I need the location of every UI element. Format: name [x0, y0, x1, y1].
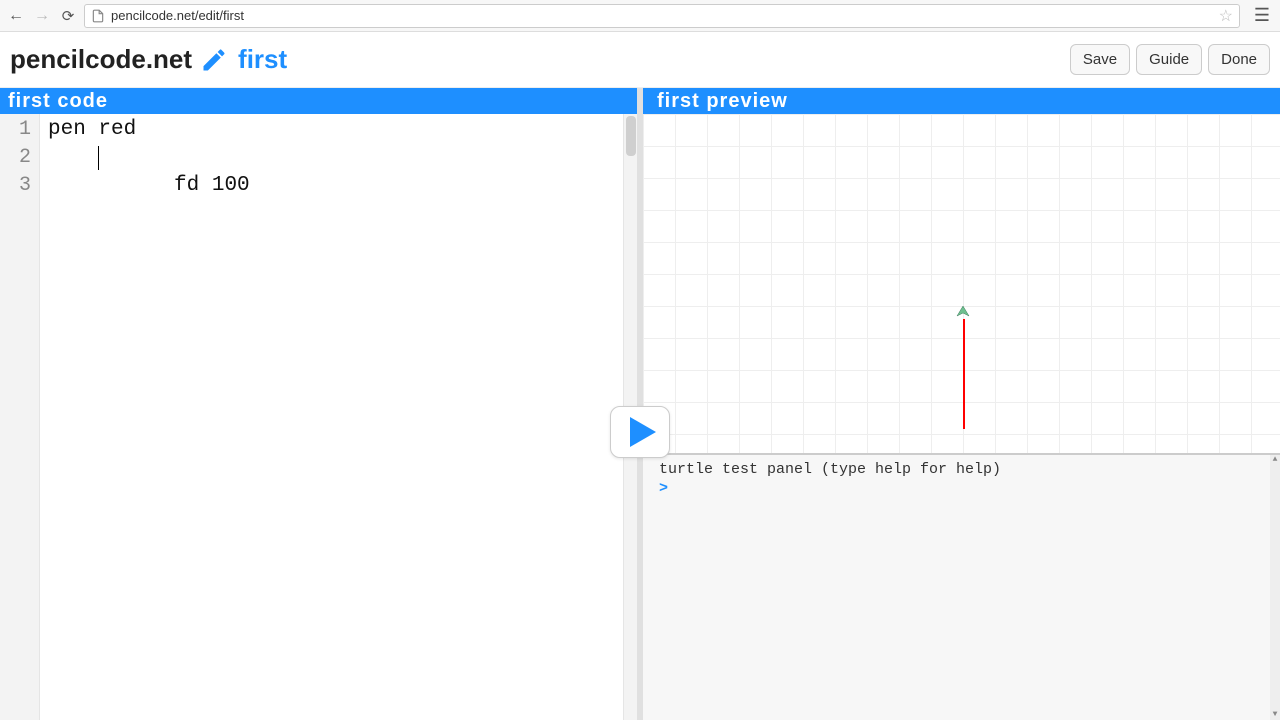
- turtle-icon: [955, 306, 971, 322]
- brand-label: pencilcode.net: [10, 44, 192, 75]
- code-editor[interactable]: 1 2 3 pen red fd 100: [0, 114, 637, 720]
- preview-area: turtle test panel (type help for help) >…: [643, 114, 1280, 720]
- play-icon: [630, 417, 656, 447]
- pencil-icon: [200, 46, 228, 74]
- code-lines[interactable]: pen red fd 100: [40, 114, 637, 720]
- line-number: 3: [0, 172, 39, 200]
- text-cursor: [98, 146, 99, 170]
- app-header: pencilcode.net first Save Guide Done: [0, 32, 1280, 88]
- console-prompt-line[interactable]: >: [659, 480, 1264, 497]
- console-message: turtle test panel (type help for help): [659, 461, 1264, 478]
- panels: first code 1 2 3 pen red fd 100 first pr…: [0, 88, 1280, 720]
- nav-forward-button[interactable]: →: [32, 6, 52, 26]
- console-panel[interactable]: turtle test panel (type help for help) >…: [643, 454, 1280, 720]
- url-text: pencilcode.net/edit/first: [111, 8, 1209, 23]
- code-panel: first code 1 2 3 pen red fd 100: [0, 88, 637, 720]
- browser-menu-button[interactable]: ☰: [1250, 4, 1274, 28]
- preview-panel: first preview turtle test panel (type he…: [643, 88, 1280, 720]
- console-prompt: >: [659, 480, 668, 497]
- browser-chrome: ← → ⟳ pencilcode.net/edit/first ☆ ☰: [0, 0, 1280, 32]
- code-line: fd 100: [48, 144, 629, 172]
- line-number: 2: [0, 144, 39, 172]
- filename-label[interactable]: first: [238, 44, 287, 75]
- scroll-thumb[interactable]: [626, 116, 636, 156]
- scroll-up-icon[interactable]: ▲: [1270, 455, 1280, 465]
- line-number: 1: [0, 116, 39, 144]
- bookmark-star-icon[interactable]: ☆: [1219, 6, 1233, 26]
- address-bar[interactable]: pencilcode.net/edit/first ☆: [84, 4, 1240, 28]
- turtle-drawn-line: [963, 319, 965, 429]
- canvas-grid: [643, 114, 1280, 453]
- turtle-canvas[interactable]: [643, 114, 1280, 454]
- code-line: pen red: [48, 116, 629, 144]
- done-button[interactable]: Done: [1208, 44, 1270, 75]
- scroll-down-icon[interactable]: ▼: [1270, 710, 1280, 720]
- guide-button[interactable]: Guide: [1136, 44, 1202, 75]
- nav-back-button[interactable]: ←: [6, 6, 26, 26]
- save-button[interactable]: Save: [1070, 44, 1130, 75]
- reload-button[interactable]: ⟳: [58, 6, 78, 26]
- run-button[interactable]: [610, 406, 670, 458]
- page-icon: [91, 9, 105, 23]
- line-gutter: 1 2 3: [0, 114, 40, 720]
- console-scrollbar[interactable]: ▲▼: [1270, 455, 1280, 720]
- code-panel-header: first code: [0, 88, 637, 114]
- preview-panel-header: first preview: [643, 88, 1280, 114]
